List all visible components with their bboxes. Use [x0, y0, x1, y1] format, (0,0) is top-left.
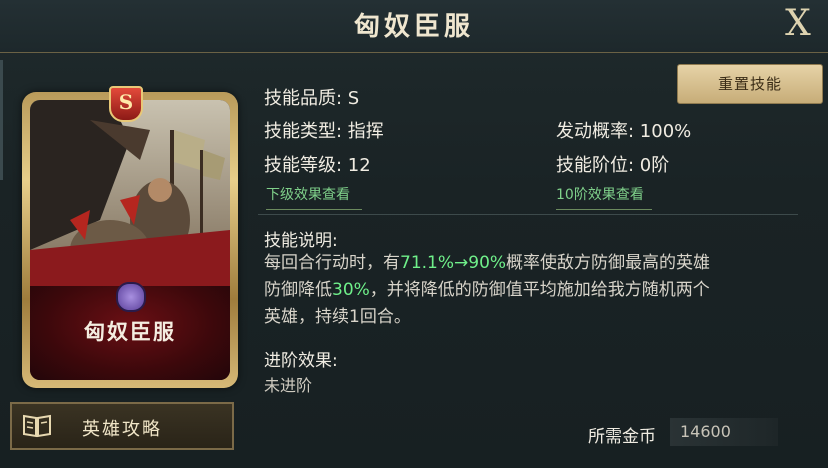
skill-type-label: 技能类型:: [264, 121, 348, 142]
skill-quality: 技能品质: S: [264, 84, 359, 110]
rank10-effect-link[interactable]: 10阶效果查看: [556, 184, 652, 210]
desc-text-5: 英雄，持续1回合。: [264, 307, 411, 327]
page-title: 匈奴臣服: [353, 12, 474, 42]
quality-badge-icon: S: [109, 86, 143, 122]
desc-highlight-defense: 30%: [332, 280, 370, 300]
advance-effect-title: 进阶效果:: [264, 351, 338, 371]
skill-art: [30, 100, 230, 290]
gold-cost-value: 14600: [670, 418, 778, 446]
next-level-effect-link[interactable]: 下级效果查看: [266, 184, 362, 210]
reset-skill-button[interactable]: 重置技能: [677, 64, 823, 104]
skill-quality-label: 技能品质:: [264, 88, 348, 109]
skill-desc-title: 技能说明:: [264, 231, 338, 251]
desc-text-4: ，并将降低的防御值平均施加给我方随机两个: [369, 280, 710, 300]
skill-level: 技能等级: 12: [264, 151, 371, 177]
trigger-rate-value: 100%: [639, 121, 692, 142]
title-bar: 匈奴臣服 X: [0, 0, 828, 53]
trigger-rate: 发动概率: 100%: [556, 117, 691, 143]
close-icon[interactable]: X: [778, 2, 818, 46]
skill-card-inner: 匈奴臣服: [30, 100, 230, 380]
skill-level-label: 技能等级:: [264, 155, 348, 176]
skill-card: 匈奴臣服: [22, 92, 238, 388]
desc-text-2: 概率使敌方防御最高的英雄: [506, 253, 711, 273]
skill-rank: 技能阶位: 0阶: [556, 151, 669, 177]
section-divider: [258, 214, 798, 215]
skill-type: 技能类型: 指挥: [264, 117, 384, 143]
skill-rank-value: 0阶: [639, 155, 670, 176]
hero-guide-label: 英雄攻略: [82, 419, 162, 440]
card-name: 匈奴臣服: [84, 320, 176, 344]
desc-highlight-rate: 71.1%→90%: [400, 253, 507, 273]
hero-guide-button[interactable]: 英雄攻略: [10, 402, 234, 450]
troop-type-icon: [116, 282, 146, 312]
skill-quality-value: S: [347, 88, 360, 109]
trigger-rate-label: 发动概率:: [556, 121, 640, 142]
left-edge-divider: [0, 60, 3, 180]
skill-level-value: 12: [347, 155, 371, 176]
advance-effect-value: 未进阶: [264, 376, 313, 395]
skill-rank-label: 技能阶位:: [556, 155, 640, 176]
skill-description: 每回合行动时，有71.1%→90%概率使敌方防御最高的英雄 防御降低30%，并将…: [264, 250, 794, 331]
gold-cost-label: 所需金币: [588, 427, 656, 447]
desc-text-1: 每回合行动时，有: [264, 253, 400, 273]
desc-text-3: 防御降低: [264, 280, 332, 300]
skill-type-value: 指挥: [347, 121, 384, 142]
